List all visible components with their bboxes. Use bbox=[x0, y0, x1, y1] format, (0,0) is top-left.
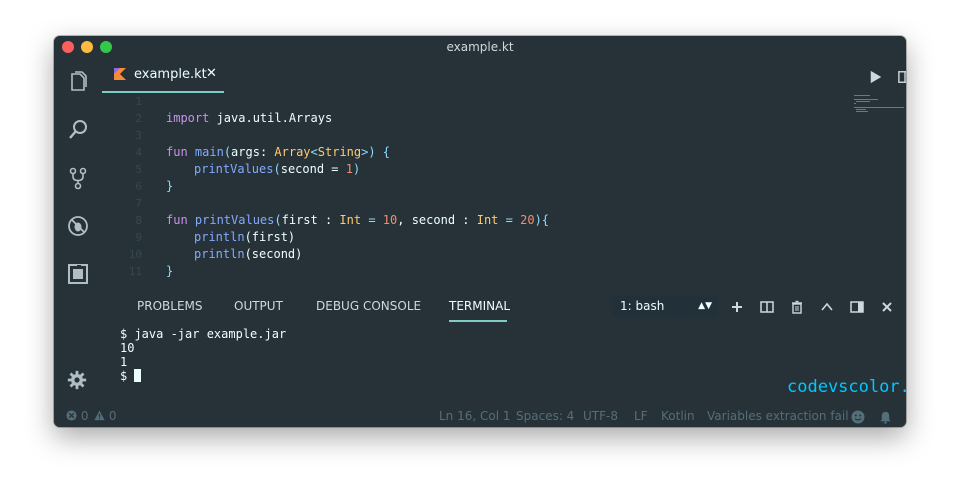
explorer-icon[interactable] bbox=[66, 70, 90, 94]
terminal-prompt-line: $ bbox=[120, 369, 820, 383]
code-editor[interactable]: 1 2 import java.util.Arrays 3 4 fun main(a… bbox=[102, 93, 906, 289]
warnings-status[interactable]: 0 bbox=[94, 405, 116, 427]
editor-tab-bar: example.kt ✕ bbox=[102, 58, 906, 93]
terminal-cursor bbox=[134, 369, 142, 382]
tab-problems[interactable]: PROBLEMS bbox=[137, 299, 203, 313]
warning-icon bbox=[94, 410, 105, 421]
window-title: example.kt bbox=[446, 40, 514, 54]
terminal-line: 10 bbox=[120, 341, 135, 355]
split-editor-icon[interactable] bbox=[898, 69, 906, 85]
smiley-icon[interactable] bbox=[851, 409, 865, 427]
run-icon[interactable] bbox=[869, 69, 885, 85]
tab-close-icon[interactable]: ✕ bbox=[206, 66, 217, 81]
tab-example-kt[interactable]: example.kt ✕ bbox=[102, 58, 224, 93]
tab-terminal[interactable]: TERMINAL bbox=[449, 299, 510, 313]
terminal-select[interactable]: 1: bash ▲▼ bbox=[612, 295, 718, 317]
indentation-status[interactable]: Spaces: 4 bbox=[516, 405, 574, 427]
language-status[interactable]: Kotlin bbox=[661, 405, 695, 427]
editor-window: example.kt example.kt ✕ 1 2 import java.… bbox=[54, 36, 906, 427]
message-status: Variables extraction fail bbox=[707, 409, 849, 423]
kotlin-file-icon bbox=[114, 68, 126, 80]
select-arrows-icon: ▲▼ bbox=[698, 301, 712, 311]
new-terminal-icon[interactable] bbox=[730, 299, 744, 313]
errors-status[interactable]: 0 bbox=[66, 405, 88, 427]
bell-icon[interactable] bbox=[879, 409, 892, 427]
gear-icon[interactable] bbox=[66, 369, 90, 393]
close-panel-icon[interactable] bbox=[880, 299, 894, 313]
cursor-position-status[interactable]: Ln 16, Col 1 bbox=[439, 405, 511, 427]
title-bar: example.kt bbox=[54, 36, 906, 58]
tab-label: example.kt bbox=[134, 67, 207, 82]
status-bar: 0 0 Ln 16, Col 1 Spaces: 4 UTF-8 LF Kotl… bbox=[54, 405, 906, 427]
tab-output[interactable]: OUTPUT bbox=[234, 299, 283, 313]
bottom-panel: PROBLEMS OUTPUT DEBUG CONSOLE TERMINAL 1… bbox=[102, 289, 906, 405]
activity-bar bbox=[54, 58, 102, 405]
minimize-window-button[interactable] bbox=[81, 41, 93, 53]
terminal-line: 1 bbox=[120, 355, 128, 369]
error-icon bbox=[66, 410, 77, 421]
close-window-button[interactable] bbox=[62, 41, 74, 53]
tab-debug-console[interactable]: DEBUG CONSOLE bbox=[316, 299, 421, 313]
encoding-status[interactable]: UTF-8 bbox=[583, 405, 618, 427]
source-control-icon[interactable] bbox=[66, 166, 90, 190]
trash-icon[interactable] bbox=[790, 299, 804, 314]
toggle-panel-icon[interactable] bbox=[850, 299, 864, 313]
active-tab-indicator bbox=[449, 320, 507, 322]
eol-status[interactable]: LF bbox=[634, 405, 648, 427]
terminal-line: $ java -jar example.jar bbox=[120, 327, 287, 341]
extensions-icon[interactable] bbox=[66, 262, 90, 286]
split-terminal-icon[interactable] bbox=[760, 299, 774, 313]
terminal-output[interactable]: $ java -jar example.jar 10 1 $ bbox=[120, 327, 820, 383]
minimap[interactable] bbox=[852, 93, 906, 133]
debug-icon[interactable] bbox=[66, 214, 90, 238]
watermark-text: codevscolor.com bbox=[787, 377, 906, 397]
search-icon[interactable] bbox=[66, 118, 90, 142]
chevron-up-icon[interactable] bbox=[820, 299, 834, 313]
maximize-window-button[interactable] bbox=[100, 41, 112, 53]
